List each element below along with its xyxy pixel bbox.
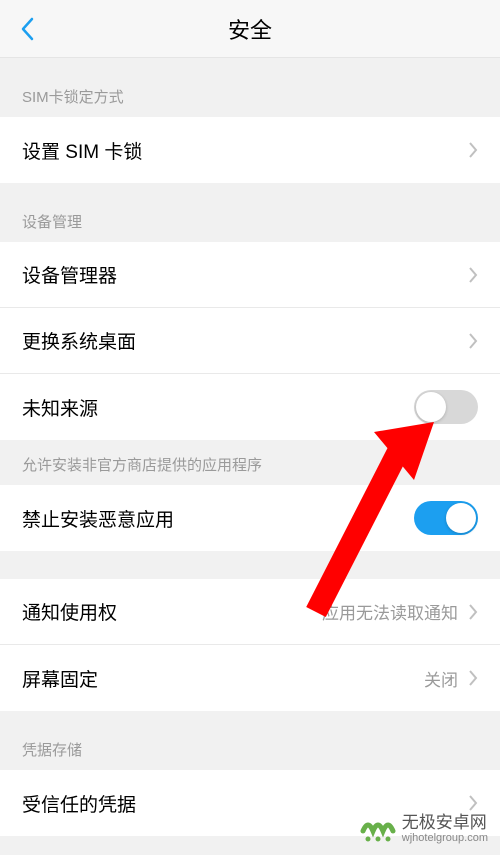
watermark-url: wjhotelgroup.com [402,832,488,844]
row-screen-pinning[interactable]: 屏幕固定 关闭 [0,645,500,711]
row-value: 关闭 [424,666,458,691]
chevron-right-icon [468,603,478,621]
chevron-right-icon [468,332,478,350]
row-block-malicious[interactable]: 禁止安装恶意应用 [0,485,500,551]
row-change-launcher[interactable]: 更换系统桌面 [0,308,500,374]
chevron-right-icon [468,669,478,687]
row-label: 设置 SIM 卡锁 [22,137,142,164]
row-label: 受信任的凭据 [22,790,136,817]
row-set-sim-lock[interactable]: 设置 SIM 卡锁 [0,117,500,183]
back-icon[interactable] [20,17,34,41]
chevron-right-icon [468,266,478,284]
row-notification-access[interactable]: 通知使用权 应用无法读取通知 [0,579,500,645]
chevron-right-icon [468,141,478,159]
row-label: 禁止安装恶意应用 [22,505,174,532]
row-value: 应用无法读取通知 [322,599,458,624]
section-header-sim: SIM卡锁定方式 [0,58,500,117]
row-label: 通知使用权 [22,598,117,625]
section-header-device: 设备管理 [0,183,500,242]
section-footer-unknown: 允许安装非官方商店提供的应用程序 [0,440,500,485]
toggle-block-malicious[interactable] [414,501,478,535]
watermark-title: 无极安卓网 [402,814,487,833]
row-device-admin[interactable]: 设备管理器 [0,242,500,308]
row-label: 未知来源 [22,394,98,421]
section-header-credentials: 凭据存储 [0,711,500,770]
row-label: 设备管理器 [22,261,117,288]
toggle-unknown-sources[interactable] [414,390,478,424]
row-unknown-sources[interactable]: 未知来源 [0,374,500,440]
watermark: 无极安卓网 wjhotelgroup.com [360,811,488,847]
page-title: 安全 [0,13,500,45]
row-label: 更换系统桌面 [22,327,136,354]
watermark-logo-icon [360,811,396,847]
row-label: 屏幕固定 [22,665,98,692]
chevron-right-icon [468,794,478,812]
header: 安全 [0,0,500,58]
